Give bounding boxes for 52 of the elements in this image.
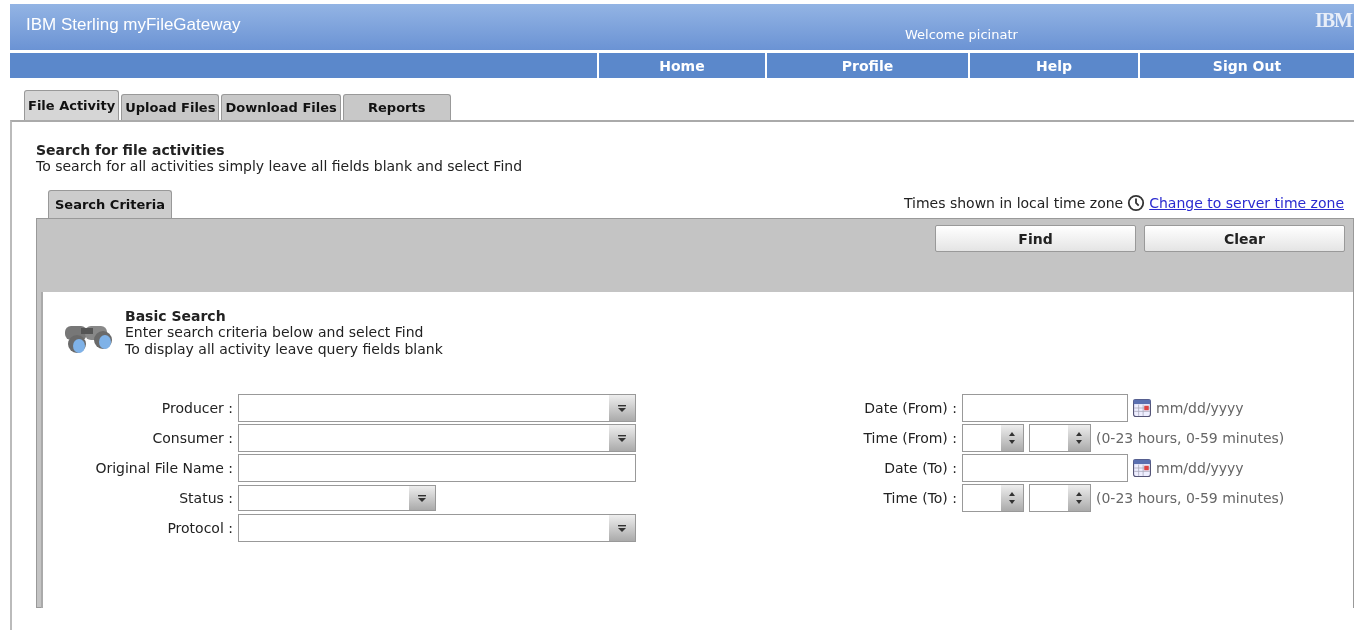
spinner-arrows-icon <box>1001 485 1023 511</box>
field-label: Date (From) : <box>863 400 957 416</box>
timezone-text: Times shown in local time zone <box>903 195 1124 211</box>
format-hint: (0-23 hours, 0-59 minutes) <box>1096 430 1285 446</box>
date-field[interactable] <box>962 454 1128 482</box>
tab[interactable]: Search Criteria <box>48 190 172 218</box>
field-label: Date (To) : <box>883 460 957 476</box>
dropdown-field[interactable] <box>238 514 636 542</box>
format-hint: mm/dd/yyyy <box>1156 460 1244 476</box>
instruction-text: Enter search criteria below and select Find <box>125 324 425 341</box>
field-label: Time (To) : <box>882 490 957 506</box>
nav-link[interactable]: Help <box>968 53 1138 78</box>
nav-link[interactable]: Home <box>597 53 765 78</box>
spinner-arrows-icon <box>1068 485 1090 511</box>
tab[interactable]: File Activity <box>24 90 120 120</box>
spinner-arrows-icon <box>1001 425 1023 451</box>
dropdown-field[interactable] <box>238 485 436 511</box>
action-button[interactable]: Find <box>935 225 1136 252</box>
field-label: Protocol : <box>166 520 233 536</box>
instruction-text: To display all activity leave query fields blank <box>125 341 443 358</box>
minute-spinner[interactable] <box>1029 484 1091 512</box>
page-description: To search for all activities simply leave all fields blank and select Find <box>36 158 524 174</box>
format-hint: mm/dd/yyyy <box>1156 400 1244 416</box>
server-timezone-link[interactable]: Change to server time zone <box>1149 195 1344 211</box>
calendar-icon[interactable] <box>1133 459 1151 477</box>
clock-icon <box>1127 194 1146 212</box>
action-button[interactable]: Clear <box>1144 225 1345 252</box>
format-hint: (0-23 hours, 0-59 minutes) <box>1096 490 1285 506</box>
section-title: Basic Search <box>125 308 227 324</box>
tab[interactable]: Download Files <box>221 94 341 120</box>
field-label: Time (From) : <box>862 430 957 446</box>
logo: IBM <box>1315 9 1352 32</box>
welcome-text: Welcome picinatr <box>905 27 1018 42</box>
app-title: IBM Sterling myFileGateway <box>26 15 241 35</box>
dropdown-field[interactable] <box>238 424 636 452</box>
hour-spinner[interactable] <box>962 484 1024 512</box>
spinner-arrows-icon <box>1068 425 1090 451</box>
field-label: Producer : <box>160 400 233 416</box>
minute-spinner[interactable] <box>1029 424 1091 452</box>
field-label: Consumer : <box>151 430 233 446</box>
tab[interactable]: Reports <box>342 94 451 120</box>
nav-link[interactable]: Profile <box>765 53 968 78</box>
field-label: Original File Name : <box>94 460 233 476</box>
tab[interactable]: Upload Files <box>121 94 220 120</box>
input-field[interactable] <box>238 454 636 482</box>
hour-spinner[interactable] <box>962 424 1024 452</box>
field-label: Status : <box>178 490 233 506</box>
calendar-icon[interactable] <box>1133 399 1151 417</box>
date-field[interactable] <box>962 394 1128 422</box>
page-heading: Search for file activities <box>36 142 226 158</box>
nav-link[interactable]: Sign Out <box>1138 53 1354 78</box>
dropdown-field[interactable] <box>238 394 636 422</box>
